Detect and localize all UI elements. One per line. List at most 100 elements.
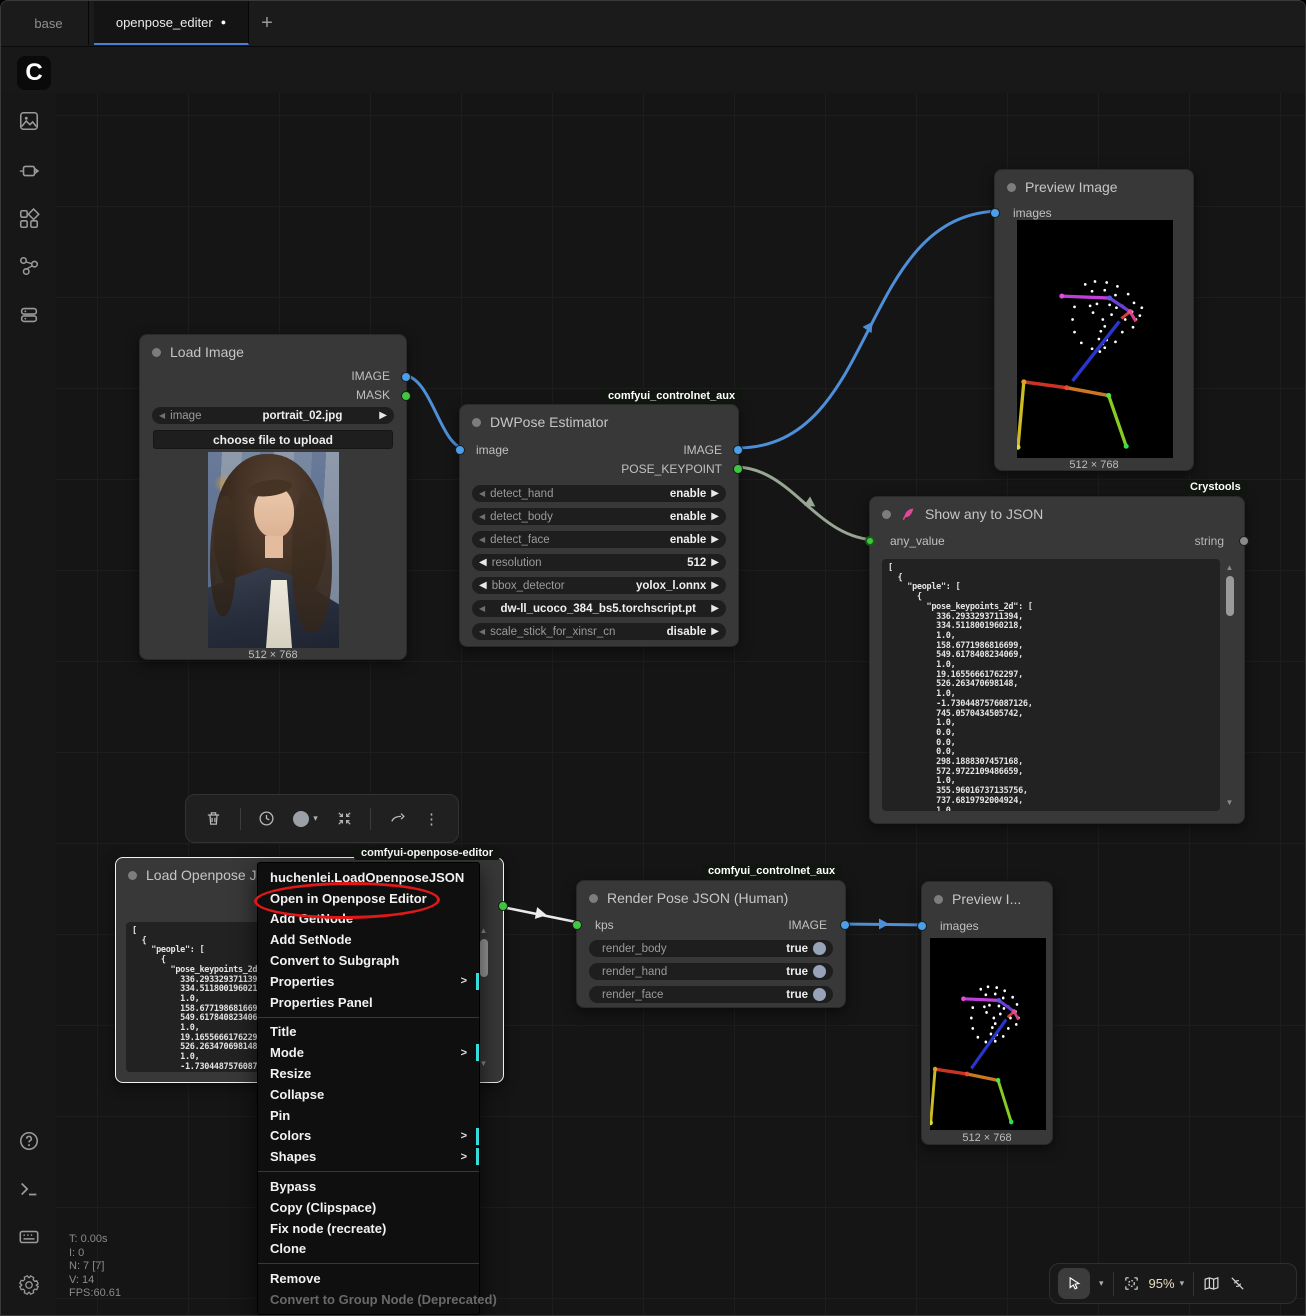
terminal-icon[interactable]: [16, 1176, 42, 1202]
node-title: Preview Image: [1025, 179, 1118, 195]
output-dot-pose-keypoint[interactable]: [733, 464, 743, 474]
node-context-menu: huchenlei.LoadOpenposeJSON Open in Openp…: [257, 862, 480, 1315]
input-dot-images[interactable]: [990, 208, 1000, 218]
fit-view-icon[interactable]: [1123, 1275, 1140, 1292]
shortcuts-icon[interactable]: [16, 1224, 42, 1250]
json-output-textarea[interactable]: [ { "people": [ { "pose_keypoints_2d": […: [882, 559, 1220, 811]
toggle-links-icon[interactable]: [1229, 1275, 1246, 1292]
widget-detect-face[interactable]: ◀ detect_face enable ▶: [472, 531, 726, 548]
node-show-any-to-json[interactable]: Show any to JSON any_value string [ { "p…: [869, 496, 1245, 824]
toggle-knob[interactable]: [813, 988, 826, 1001]
node-color-picker[interactable]: ▾: [293, 811, 318, 827]
pose-preview-image[interactable]: [930, 938, 1046, 1130]
toggle-knob[interactable]: [813, 942, 826, 955]
input-dot-images[interactable]: [917, 921, 927, 931]
output-dot-mask[interactable]: [401, 391, 411, 401]
menu-item-remove[interactable]: Remove: [258, 1268, 479, 1289]
combo-left-icon[interactable]: ◀: [159, 411, 165, 420]
widget-detect-body[interactable]: ◀ detect_body enable ▶: [472, 508, 726, 525]
widget-bbox-detector[interactable]: ◀ bbox_detector yolox_l.onnx ▶: [472, 577, 726, 594]
scroll-down-icon[interactable]: ▼: [1226, 798, 1234, 807]
zoom-level-dropdown[interactable]: 95% ▾: [1149, 1276, 1185, 1291]
workflows-icon[interactable]: [16, 253, 42, 279]
node-load-image[interactable]: Load Image IMAGE MASK ◀ image portrait_0…: [139, 334, 407, 660]
output-dot-image[interactable]: [401, 372, 411, 382]
menu-item-properties[interactable]: Properties >: [258, 971, 479, 992]
input-dot-image[interactable]: [455, 445, 465, 455]
widget-render-face[interactable]: render_face true: [589, 986, 833, 1003]
assets-icon[interactable]: [16, 108, 42, 134]
models-icon[interactable]: [16, 206, 42, 232]
scroll-down-icon[interactable]: ▼: [480, 1059, 488, 1068]
menu-item-properties-panel[interactable]: Properties Panel: [258, 992, 479, 1013]
widget-pose-estimator[interactable]: ◀ dw-ll_ucoco_384_bs5.torchscript.pt ▶: [472, 600, 726, 617]
help-icon[interactable]: [16, 1128, 42, 1154]
tab-base[interactable]: base: [9, 1, 89, 45]
node-render-pose-json[interactable]: Render Pose JSON (Human) kps IMAGE rende…: [576, 880, 846, 1008]
menu-item-convert-to-subgraph[interactable]: Convert to Subgraph: [258, 950, 479, 971]
upload-button[interactable]: choose file to upload: [153, 430, 393, 449]
node-preview-image[interactable]: Preview Image images: [994, 169, 1194, 471]
scroll-up-icon[interactable]: ▲: [480, 926, 488, 935]
node-dwpose-estimator[interactable]: DWPose Estimator image IMAGE POSE_KEYPOI…: [459, 404, 739, 647]
input-dot-kps[interactable]: [572, 920, 582, 930]
scrollbar-thumb[interactable]: [480, 939, 488, 977]
menu-item-fix-node[interactable]: Fix node (recreate): [258, 1218, 479, 1239]
image-combo-widget[interactable]: ◀ image portrait_02.jpg ▶: [152, 407, 394, 424]
collapse-dot-icon[interactable]: [589, 894, 598, 903]
collapse-dot-icon[interactable]: [152, 348, 161, 357]
more-options-icon[interactable]: ⋮: [424, 810, 439, 828]
input-dot-any-value[interactable]: [865, 536, 875, 546]
pose-preview-image[interactable]: [1017, 220, 1173, 458]
tab-openpose-editer[interactable]: openpose_editer ●: [94, 1, 249, 45]
collapse-node-icon[interactable]: [336, 810, 353, 827]
menu-item-mode[interactable]: Mode >: [258, 1042, 479, 1063]
menu-item-colors[interactable]: Colors >: [258, 1126, 479, 1147]
node-preview-image-2[interactable]: Preview I... images: [921, 881, 1053, 1145]
output-dot-image[interactable]: [840, 920, 850, 930]
scroll-up-icon[interactable]: ▲: [1226, 563, 1234, 572]
menu-item-resize[interactable]: Resize: [258, 1063, 479, 1084]
portrait-image-preview[interactable]: [208, 452, 339, 648]
minimap-icon[interactable]: [1203, 1275, 1220, 1292]
widget-resolution[interactable]: ◀ resolution 512 ▶: [472, 554, 726, 571]
add-tab-button[interactable]: +: [253, 9, 281, 37]
collapse-dot-icon[interactable]: [934, 895, 943, 904]
redo-icon[interactable]: [389, 810, 406, 827]
combo-right-icon[interactable]: ▶: [379, 410, 387, 421]
json-scrollbar[interactable]: ▲ ▼: [1223, 563, 1236, 807]
tool-dropdown-chevron-icon[interactable]: ▾: [1099, 1278, 1104, 1289]
widget-render-hand[interactable]: render_hand true: [589, 963, 833, 980]
menu-item-title[interactable]: Title: [258, 1022, 479, 1043]
menu-item-copy-clipspace[interactable]: Copy (Clipspace): [258, 1197, 479, 1218]
scrollbar-thumb[interactable]: [1226, 576, 1234, 616]
image-resolution-label: 512 × 768: [995, 459, 1193, 471]
menu-item-shapes[interactable]: Shapes >: [258, 1146, 479, 1167]
collapse-dot-icon[interactable]: [1007, 183, 1016, 192]
menu-item-pin[interactable]: Pin: [258, 1105, 479, 1126]
collapse-dot-icon[interactable]: [882, 510, 891, 519]
widget-detect-hand[interactable]: ◀ detect_hand enable ▶: [472, 485, 726, 502]
menu-item-bypass[interactable]: Bypass: [258, 1176, 479, 1197]
comfyui-logo[interactable]: C: [17, 56, 51, 90]
toggle-knob[interactable]: [813, 965, 826, 978]
settings-gear-icon[interactable]: [16, 1272, 42, 1298]
menu-item-add-setnode[interactable]: Add SetNode: [258, 929, 479, 950]
node-title: Load Image: [170, 344, 244, 360]
output-dot-pose-keypoint[interactable]: [498, 901, 508, 911]
nodes-library-icon[interactable]: [16, 158, 42, 184]
delete-node-icon[interactable]: [205, 810, 222, 827]
widget-render-body[interactable]: render_body true: [589, 940, 833, 957]
output-dot-image[interactable]: [733, 445, 743, 455]
output-dot-string[interactable]: [1239, 536, 1249, 546]
collapse-dot-icon[interactable]: [472, 418, 481, 427]
execute-node-icon[interactable]: [258, 810, 275, 827]
collapse-dot-icon[interactable]: [128, 871, 137, 880]
menu-item-collapse[interactable]: Collapse: [258, 1084, 479, 1105]
widget-scale-stick[interactable]: ◀ scale_stick_for_xinsr_cn disable ▶: [472, 623, 726, 640]
menu-item-clone[interactable]: Clone: [258, 1239, 479, 1260]
queue-icon[interactable]: [16, 302, 42, 328]
select-tool-button[interactable]: [1058, 1268, 1090, 1299]
toolbar-divider: [1193, 1272, 1194, 1296]
slot-label-images-in: images: [940, 919, 979, 933]
